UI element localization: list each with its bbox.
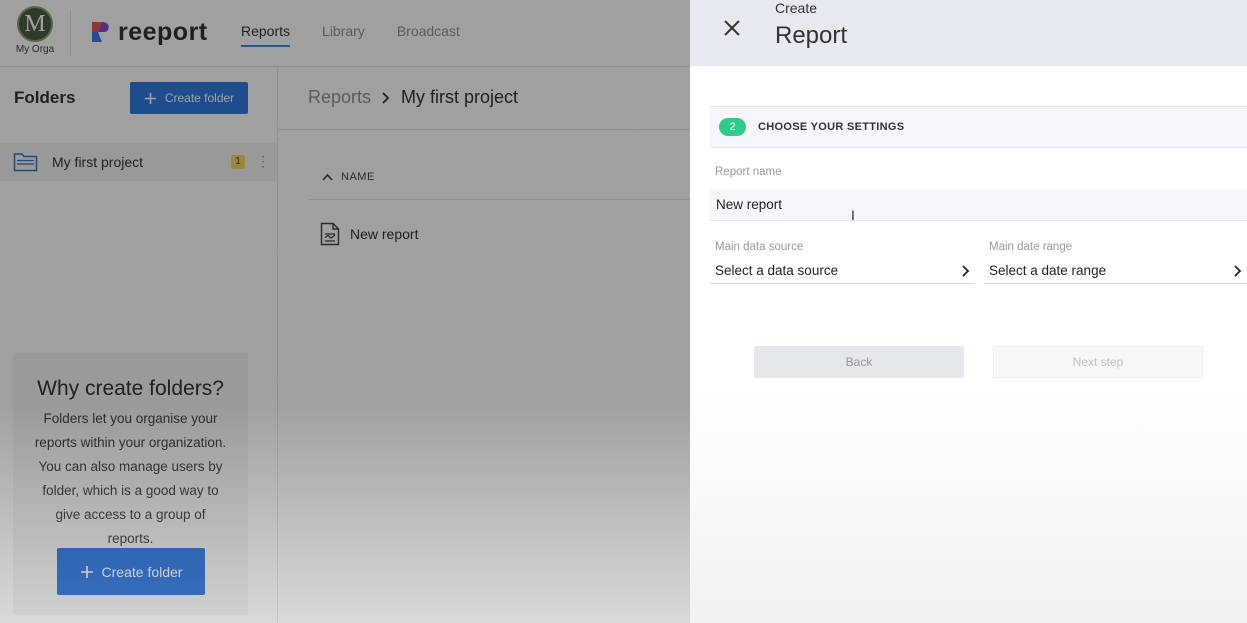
report-document-icon	[320, 222, 340, 246]
report-row[interactable]: New report	[320, 222, 418, 246]
brand-logo[interactable]: reeport	[90, 18, 208, 46]
folders-sidebar: Folders Create folder My first project 1…	[0, 67, 278, 623]
report-name: New report	[350, 226, 419, 242]
panel-title: Report	[775, 22, 848, 49]
data-source-select[interactable]: Select a data source	[710, 258, 975, 284]
breadcrumb-current: My first project	[401, 87, 519, 107]
date-range-label: Main date range	[989, 241, 1073, 253]
chevron-up-icon	[322, 173, 333, 181]
app-background: M My Orga reeport Reports Library Broadc…	[0, 0, 690, 623]
report-count-badge: 1	[231, 155, 245, 169]
data-source-value: Select a data source	[715, 263, 839, 278]
tab-library[interactable]: Library	[322, 23, 365, 47]
chevron-right-icon	[962, 264, 970, 277]
org-switcher[interactable]: M My Orga	[12, 6, 58, 55]
org-avatar[interactable]: M	[17, 6, 53, 42]
close-icon[interactable]	[722, 18, 742, 38]
reeport-logo-icon	[92, 22, 109, 42]
folder-content: Reports My first project NAME New report	[278, 67, 690, 623]
header-divider	[308, 199, 690, 200]
plus-icon	[144, 92, 156, 104]
sidebar-item-my-first-project[interactable]: My first project 1 ⋮	[0, 143, 277, 181]
text-cursor-icon: I	[851, 207, 855, 223]
report-name-label: Report name	[715, 166, 782, 178]
folder-icon	[13, 153, 38, 172]
info-title: Why create folders?	[37, 377, 224, 400]
org-name: My Orga	[15, 44, 55, 55]
step-number-badge: 2	[719, 118, 746, 136]
create-folder-label: Create folder	[164, 91, 235, 105]
data-source-label: Main data source	[715, 241, 804, 253]
tab-reports[interactable]: Reports	[241, 23, 291, 47]
tab-broadcast[interactable]: Broadcast	[397, 23, 460, 47]
report-name-input[interactable]	[710, 189, 1247, 221]
create-folder-button[interactable]: Create folder	[130, 82, 248, 114]
name-column-header[interactable]: NAME	[322, 171, 375, 183]
panel-subtitle: Create	[775, 0, 818, 16]
date-range-select[interactable]: Select a date range	[984, 258, 1247, 284]
brand-name: reeport	[118, 17, 208, 46]
chevron-right-icon	[382, 91, 390, 104]
name-column-label: NAME	[341, 171, 375, 183]
date-range-value: Select a date range	[989, 263, 1107, 278]
sidebar-item-label: My first project	[52, 154, 144, 170]
create-folder-card-button[interactable]: Create folder	[57, 548, 205, 595]
step-header: 2 CHOOSE YOUR SETTINGS	[710, 106, 1247, 148]
more-options-icon[interactable]: ⋮	[256, 153, 270, 169]
top-divider	[70, 10, 71, 56]
next-step-button[interactable]: Next step	[993, 346, 1203, 378]
back-button[interactable]: Back	[754, 346, 964, 378]
top-bar: M My Orga reeport Reports Library Broadc…	[0, 0, 690, 67]
content-divider	[278, 129, 690, 130]
create-report-panel: Create Report 2 CHOOSE YOUR SETTINGS Rep…	[690, 0, 1247, 623]
panel-header: Create Report	[690, 0, 1247, 66]
plus-icon	[80, 565, 93, 578]
main-nav: Reports Library Broadcast	[241, 23, 460, 47]
breadcrumb-reports[interactable]: Reports	[308, 87, 371, 108]
info-text: Folders let you organise your reports wi…	[34, 411, 227, 546]
create-folder-card-label: Create folder	[101, 563, 183, 580]
why-create-folders-card: Why create folders? Folders let you orga…	[13, 353, 248, 615]
chevron-right-icon	[1234, 264, 1242, 277]
breadcrumb: Reports My first project	[308, 87, 518, 108]
step-label: CHOOSE YOUR SETTINGS	[758, 121, 905, 133]
folders-title: Folders	[14, 88, 76, 107]
